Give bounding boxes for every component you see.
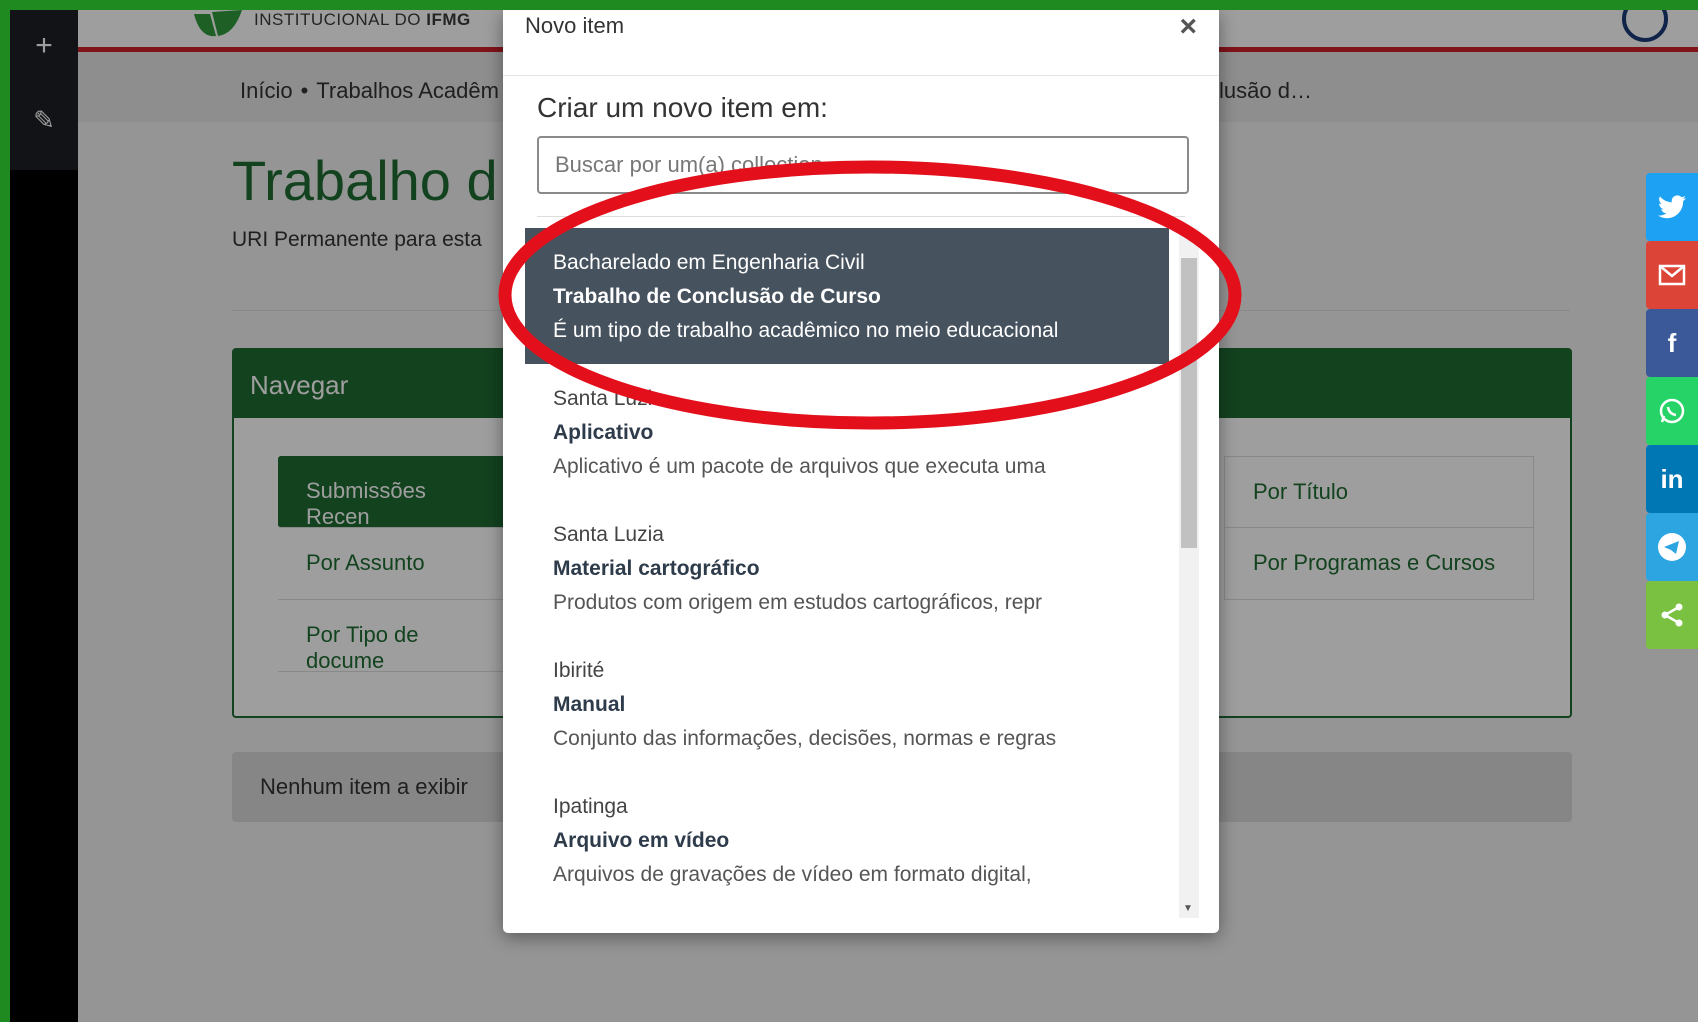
- telegram-icon[interactable]: [1646, 513, 1698, 581]
- list-item[interactable]: Bacharelado em Engenharia Civil Trabalho…: [525, 228, 1169, 364]
- collection-search-input[interactable]: [537, 136, 1189, 194]
- facebook-icon[interactable]: f: [1646, 309, 1698, 377]
- list-item-description: Arquivos de gravações de vídeo em format…: [553, 863, 1032, 886]
- collection-list: Bacharelado em Engenharia Civil Trabalho…: [525, 228, 1169, 918]
- list-item[interactable]: Santa Luzia Aplicativo Aplicativo é um p…: [525, 364, 1169, 500]
- whatsapp-icon[interactable]: [1646, 377, 1698, 445]
- scroll-up-arrow-icon[interactable]: ▲: [1183, 230, 1193, 241]
- list-item-community: Ipatinga: [553, 795, 628, 818]
- twitter-icon[interactable]: [1646, 173, 1698, 241]
- list-item-community: Bacharelado em Engenharia Civil: [553, 251, 865, 274]
- list-item-community: Santa Luzia: [553, 387, 664, 410]
- list-item-type: Material cartográfico: [553, 557, 760, 580]
- list-item-description: É um tipo de trabalho acadêmico no meio …: [553, 319, 1059, 342]
- list-item-community: Ibirité: [553, 659, 605, 682]
- list-item-type: Manual: [553, 693, 626, 716]
- list-item[interactable]: Ipatinga Arquivo em vídeo Arquivos de gr…: [525, 772, 1169, 908]
- email-icon[interactable]: [1646, 241, 1698, 309]
- list-item-type: Arquivo em vídeo: [553, 829, 730, 852]
- share-icon[interactable]: [1646, 581, 1698, 649]
- list-item-type: Trabalho de Conclusão de Curso: [553, 285, 881, 308]
- close-icon[interactable]: ×: [1179, 10, 1197, 44]
- browser-frame: + ✎ INSTITUCIONAL DO IFMG Início • Trabalh…: [10, 10, 1698, 1022]
- modal-header: Novo item ×: [503, 10, 1219, 76]
- list-item-type: Aplicativo: [553, 421, 654, 444]
- divider: [537, 216, 1185, 217]
- modal-prompt: Criar um novo item em:: [537, 92, 828, 123]
- scrollbar-thumb[interactable]: [1181, 258, 1197, 548]
- list-item-community: Santa Luzia: [553, 523, 664, 546]
- list-item-description: Produtos com origem em estudos cartográf…: [553, 591, 1043, 614]
- linkedin-icon[interactable]: in: [1646, 445, 1698, 513]
- list-item-description: Conjunto das informações, decisões, norm…: [553, 727, 1057, 750]
- list-item-description: Aplicativo é um pacote de arquivos que e…: [553, 455, 1046, 478]
- modal-title: Novo item: [525, 13, 625, 38]
- scroll-down-arrow-icon[interactable]: ▼: [1183, 903, 1193, 914]
- list-item[interactable]: Ibirité Manual Conjunto das informações,…: [525, 636, 1169, 772]
- list-item[interactable]: Santa Luzia Material cartográfico Produt…: [525, 500, 1169, 636]
- new-item-modal: Novo item × Criar um novo item em: Bacha…: [503, 10, 1219, 933]
- list-scrollbar[interactable]: ▲ ▼: [1179, 228, 1199, 918]
